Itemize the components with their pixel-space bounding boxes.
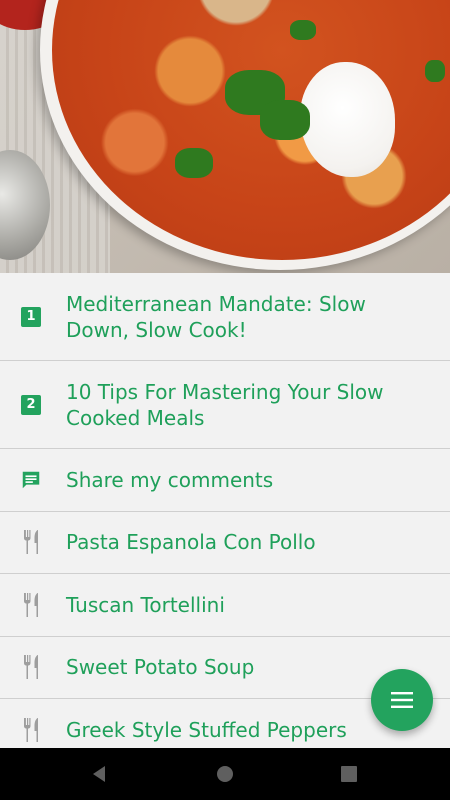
fork-knife-icon <box>18 529 44 555</box>
number-badge-icon: 1 <box>18 304 44 330</box>
list-item[interactable]: Share my comments <box>0 449 450 512</box>
list-item-label: Pasta Espanola Con Pollo <box>66 530 316 555</box>
hero-parsley <box>175 148 213 178</box>
recents-button[interactable] <box>319 748 379 800</box>
recents-icon <box>341 766 357 782</box>
list-item-label: 10 Tips For Mastering Your Slow Cooked M… <box>66 379 384 430</box>
back-button[interactable] <box>69 748 129 800</box>
fork-knife-icon <box>18 654 44 680</box>
back-icon <box>93 766 105 782</box>
list-item[interactable]: Tuscan Tortellini <box>0 574 450 637</box>
hero-parsley <box>425 60 445 82</box>
list-item-label: Sweet Potato Soup <box>66 655 255 680</box>
home-button[interactable] <box>195 748 255 800</box>
comment-icon <box>18 467 44 493</box>
fork-knife-icon <box>18 592 44 618</box>
number-badge-icon: 2 <box>18 392 44 418</box>
menu-fab-button[interactable] <box>371 669 433 731</box>
list-item[interactable]: 2 10 Tips For Mastering Your Slow Cooked… <box>0 361 450 449</box>
hero-parsley <box>260 100 310 140</box>
hero-parsley <box>290 20 316 40</box>
list-item-label: Tuscan Tortellini <box>66 592 225 617</box>
list-item[interactable]: 1 Mediterranean Mandate: Slow Down, Slow… <box>0 273 450 361</box>
menu-icon <box>391 692 413 708</box>
hero-image <box>0 0 450 273</box>
list-item[interactable]: Pasta Espanola Con Pollo <box>0 511 450 574</box>
list-item-label: Mediterranean Mandate: Slow Down, Slow C… <box>66 291 366 342</box>
system-nav-bar <box>0 748 450 800</box>
list-item-label: Greek Style Stuffed Peppers <box>66 718 347 743</box>
list-item-label: Share my comments <box>66 467 274 492</box>
home-icon <box>217 766 233 782</box>
fork-knife-icon <box>18 717 44 743</box>
